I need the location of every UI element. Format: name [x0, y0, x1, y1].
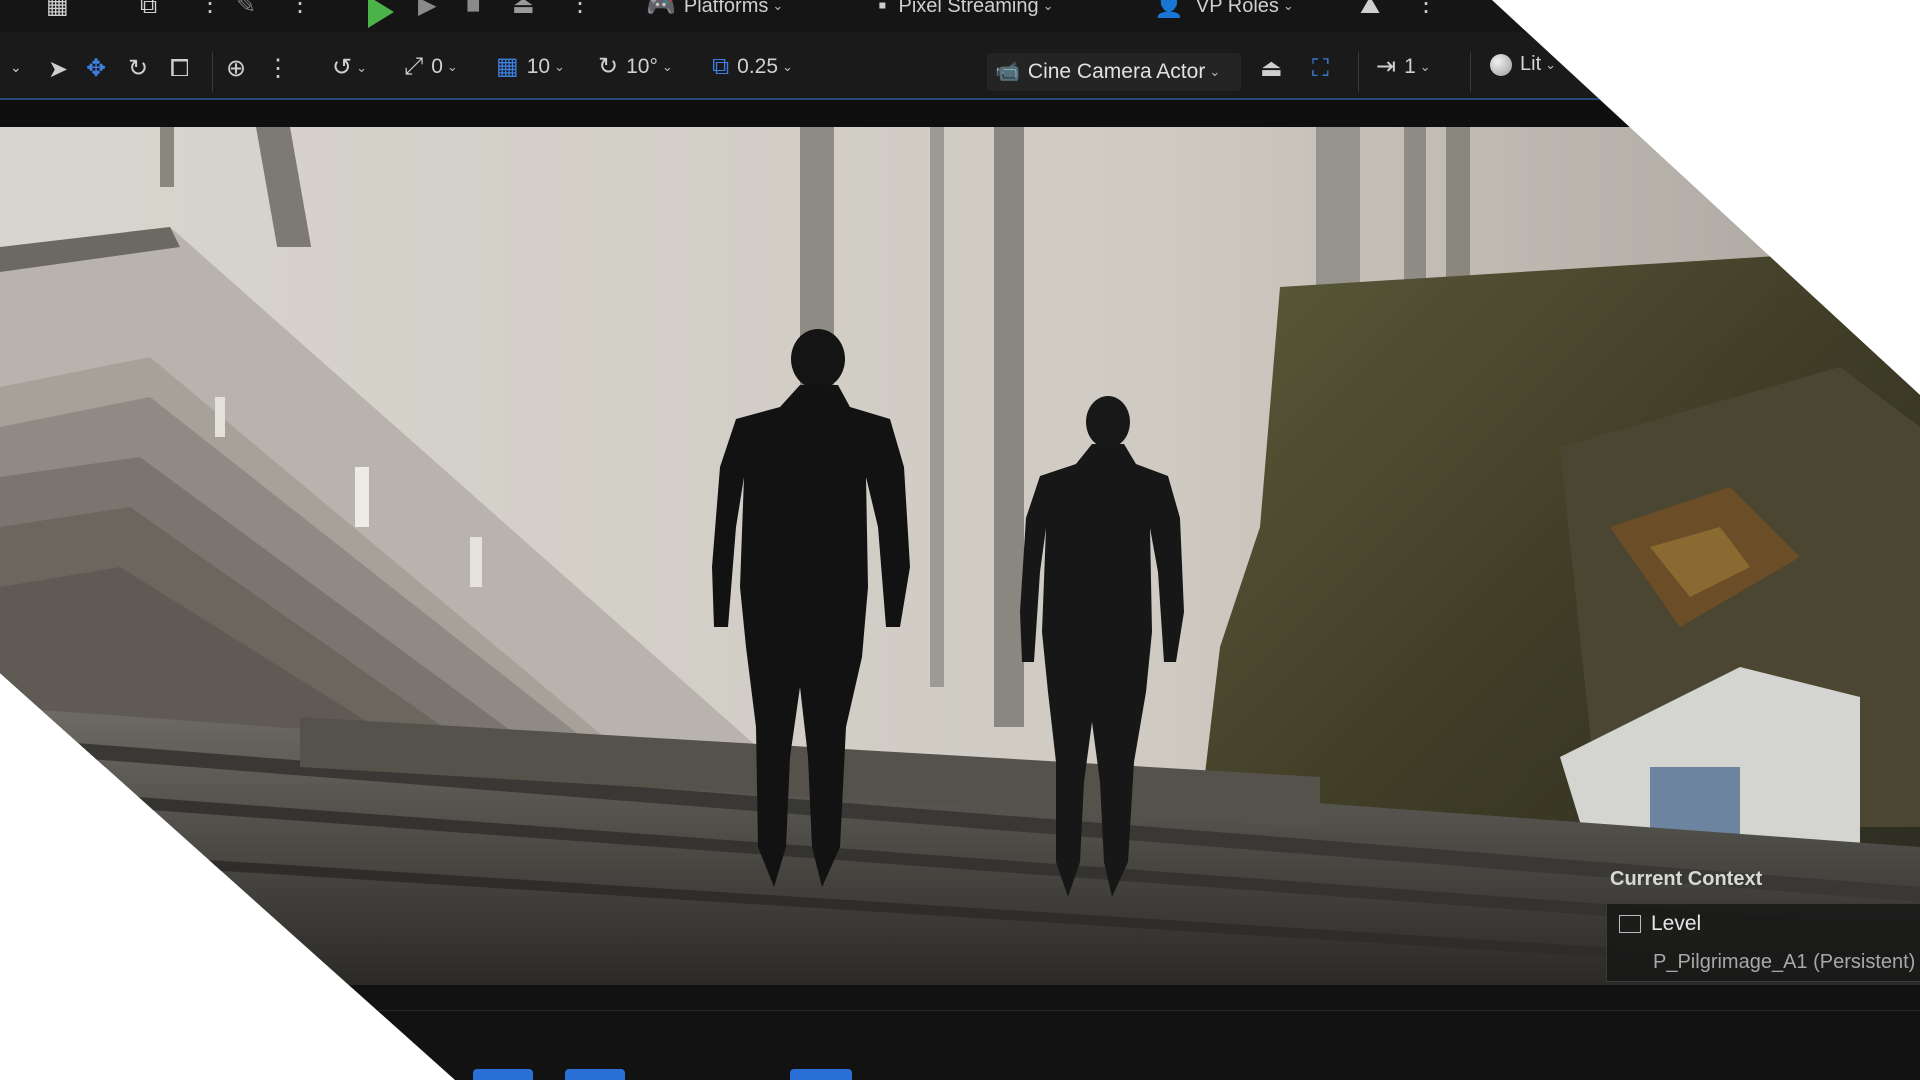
play-icon[interactable]: [368, 0, 394, 28]
rotate-snap-icon: ↻: [598, 53, 619, 80]
more-options-icon[interactable]: ⋮: [266, 57, 290, 81]
bottom-tab-button[interactable]: [565, 1069, 625, 1080]
move-icon[interactable]: ✥: [86, 57, 106, 81]
gamepad-icon: 🎮: [646, 0, 676, 19]
pilot-icon[interactable]: ⛶: [1312, 57, 1329, 81]
surface-snap-icon: ⤢: [404, 53, 424, 80]
toolbar-separator: [1470, 52, 1471, 92]
speed-icon: ⇥: [1376, 53, 1397, 80]
more-options-icon[interactable]: ⋮: [1414, 0, 1438, 16]
snap-icon: ↺: [332, 54, 353, 81]
surface-snap-button[interactable]: ⤢ 0 ⌄: [404, 55, 458, 79]
more-options-icon[interactable]: ⋮: [568, 0, 592, 16]
world-icon[interactable]: ⊕: [226, 57, 246, 81]
scene-render: [0, 127, 1920, 985]
layout-icon[interactable]: ▦: [46, 0, 69, 18]
pixel-streaming-icon: ▪: [878, 0, 887, 19]
chevron-down-icon: ⌄: [661, 59, 673, 74]
level-name[interactable]: P_Pilgrimage_A1 (Persistent): [1653, 951, 1915, 974]
camera-icon: 📹: [995, 61, 1020, 83]
grid-snap-button[interactable]: ▦ 10 ⌄: [496, 55, 565, 79]
editor-frame: ▦ ⧉ ⋮ ✎ ⋮ ▶ ■ ⏏ ⋮ 🎮 Platforms ⌄ ▪ Pixel …: [0, 0, 1920, 1080]
level-viewport[interactable]: [0, 127, 1920, 985]
chevron-down-icon: ⌄: [1042, 0, 1054, 13]
chevron-down-icon: ⌄: [1209, 64, 1221, 79]
scale-snap-button[interactable]: ⧉ 0.25 ⌄: [712, 55, 793, 79]
scale-snap-icon: ⧉: [712, 53, 730, 80]
navigation-icon[interactable]: ⛰: [1360, 0, 1380, 18]
edit-icon[interactable]: ✎: [236, 0, 256, 18]
vp-roles-label: VP Roles: [1195, 0, 1279, 17]
context-box: Level P_Pilgrimage_A1 (Persistent): [1606, 903, 1920, 982]
viewport-top-strip: [0, 100, 1920, 127]
bottom-panel: [0, 985, 1920, 1080]
platforms-menu[interactable]: 🎮 Platforms ⌄: [646, 0, 783, 18]
camera-speed-button[interactable]: ⇥ 1 ⌄: [1376, 55, 1431, 79]
user-icon: 👤: [1154, 0, 1184, 19]
level-row[interactable]: Level: [1619, 912, 1701, 936]
select-arrow-icon[interactable]: ➤: [48, 58, 68, 82]
vp-roles-menu[interactable]: 👤 VP Roles ⌄: [1154, 0, 1294, 18]
platforms-label: Platforms: [683, 0, 769, 17]
camera-actor-dropdown[interactable]: 📹 Cine Camera Actor ⌄: [987, 53, 1241, 91]
rotate-icon[interactable]: ↻: [128, 57, 148, 81]
current-context-panel: Current Context Level P_Pilgrimage_A1 (P…: [1598, 858, 1920, 986]
surface-snap-value: 0: [431, 55, 443, 78]
toolbar-separator: [212, 52, 213, 92]
main-toolbar: ▦ ⧉ ⋮ ✎ ⋮ ▶ ■ ⏏ ⋮ 🎮 Platforms ⌄ ▪ Pixel …: [0, 0, 1920, 32]
level-label: Level: [1651, 912, 1702, 935]
bottom-panel-divider: [0, 1010, 1920, 1011]
character-figure-left: [712, 329, 910, 887]
level-icon: [1619, 915, 1641, 933]
chevron-down-icon[interactable]: ⌄: [10, 60, 22, 74]
chevron-down-icon: ⌄: [1419, 59, 1431, 74]
chevron-down-icon: ⌄: [554, 59, 565, 74]
grid-icon: ▦: [496, 53, 519, 80]
grid-snap-value: 10: [526, 55, 551, 78]
step-icon[interactable]: ▶: [418, 0, 436, 18]
chevron-down-icon: ⌄: [782, 59, 793, 74]
camera-speed-value: 1: [1404, 55, 1416, 78]
camera-actor-label: Cine Camera Actor: [1027, 60, 1206, 83]
scale-icon[interactable]: ⧠: [170, 57, 189, 81]
eject-icon[interactable]: ⏏: [512, 0, 535, 18]
current-context-title: Current Context: [1610, 868, 1763, 890]
view-mode-label: Lit: [1520, 53, 1542, 75]
content-icon[interactable]: ⧉: [140, 0, 157, 18]
more-options-icon[interactable]: ⋮: [198, 0, 222, 16]
surface-rotate-button[interactable]: ↺ ⌄: [332, 56, 367, 80]
stop-icon[interactable]: ■: [466, 0, 481, 18]
eject-icon[interactable]: ⏏: [1260, 57, 1283, 81]
chevron-down-icon: ⌄: [446, 59, 458, 74]
toolbar-separator: [1358, 52, 1359, 92]
scale-snap-value: 0.25: [737, 55, 779, 78]
bottom-tab-button[interactable]: [790, 1069, 852, 1080]
chevron-down-icon: ⌄: [356, 60, 368, 75]
pixel-streaming-menu[interactable]: ▪ Pixel Streaming ⌄: [878, 0, 1053, 18]
lit-sphere-icon: [1490, 53, 1512, 76]
pixel-streaming-label: Pixel Streaming: [898, 0, 1039, 17]
rotation-snap-value: 10°: [626, 55, 658, 78]
bottom-tab-button[interactable]: [473, 1069, 533, 1080]
character-figure-right: [1020, 396, 1184, 897]
chevron-down-icon: ⌄: [1282, 0, 1294, 13]
chevron-down-icon: ⌄: [1545, 56, 1557, 72]
chevron-down-icon: ⌄: [772, 0, 784, 13]
more-options-icon[interactable]: ⋮: [288, 0, 312, 16]
view-mode-button[interactable]: Lit ⌄: [1490, 53, 1556, 76]
rotation-snap-button[interactable]: ↻ 10° ⌄: [598, 55, 673, 79]
